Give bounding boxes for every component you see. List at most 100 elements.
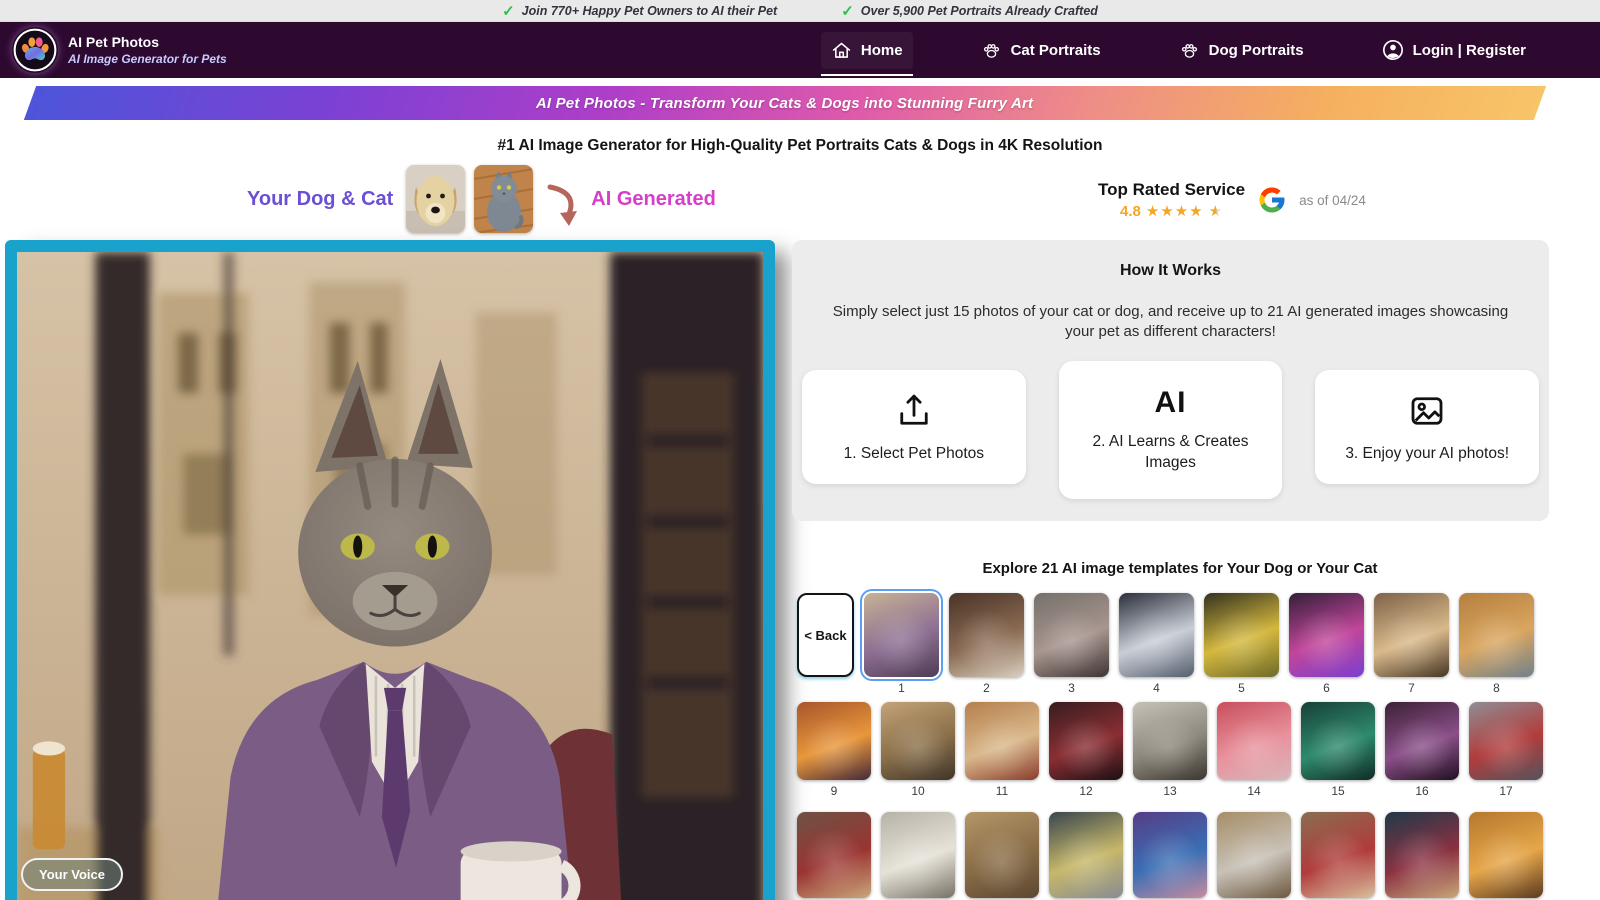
template-number: 15	[1331, 784, 1345, 798]
template-thumbnail[interactable]	[1049, 812, 1123, 898]
template-thumbnail[interactable]	[797, 812, 871, 898]
template-thumbnail[interactable]	[1385, 812, 1459, 898]
template-item	[1385, 812, 1459, 900]
nav-cat-portraits[interactable]: Cat Portraits	[971, 32, 1111, 69]
template-thumbnail[interactable]	[965, 812, 1039, 898]
rating-block: Top Rated Service 4.8 ★★★★ ★ as of 04/24	[1098, 180, 1366, 220]
nav-dog-portraits[interactable]: Dog Portraits	[1169, 32, 1314, 69]
step-label: 1. Select Pet Photos	[843, 444, 985, 462]
template-thumbnail[interactable]	[881, 702, 955, 780]
template-number: 1	[898, 681, 905, 695]
banner-stat-portraits: ✓ Over 5,900 Pet Portraits Already Craft…	[841, 2, 1098, 20]
template-item: 13	[1133, 702, 1207, 798]
template-thumbnail[interactable]	[965, 702, 1039, 780]
ai-icon: AI	[1154, 386, 1187, 420]
step-label: 2. AI Learns & Creates Images	[1092, 433, 1249, 471]
how-it-works-title: How It Works	[1119, 262, 1222, 279]
template-thumbnail[interactable]	[1119, 593, 1194, 677]
template-item: 9	[797, 702, 871, 798]
template-thumbnail[interactable]	[1469, 702, 1543, 780]
brand-logo-block[interactable]: AI Pet Photos AI Image Generator for Pet…	[12, 27, 227, 73]
template-thumbnail[interactable]	[949, 593, 1024, 677]
template-item: 16	[1385, 702, 1459, 798]
templates-heading: Explore 21 AI image templates for Your D…	[982, 560, 1378, 577]
template-number: 6	[1323, 681, 1330, 695]
step-label: 3. Enjoy your AI photos!	[1345, 444, 1510, 462]
template-thumbnail[interactable]	[1385, 702, 1459, 780]
nav-login-label: Login | Register	[1412, 41, 1526, 59]
rating-score: 4.8	[1119, 202, 1141, 220]
template-item: 1	[864, 593, 939, 695]
template-thumbnail[interactable]	[1049, 702, 1123, 780]
nav-home[interactable]: Home	[820, 31, 913, 76]
template-item: 3	[1034, 593, 1109, 695]
after-label: AI Generated	[591, 187, 716, 210]
step-card-select-photos: 1. Select Pet Photos	[802, 369, 1026, 484]
template-item	[1301, 812, 1375, 900]
template-thumbnail[interactable]	[1217, 702, 1291, 780]
how-it-works-panel: How It Works Simply select just 15 photo…	[792, 240, 1549, 521]
template-number: 7	[1408, 681, 1415, 695]
top-banner: ✓ Join 770+ Happy Pet Owners to AI their…	[0, 0, 1600, 22]
nav-home-label: Home	[860, 41, 903, 59]
template-number: 2	[983, 681, 990, 695]
template-number: 9	[830, 784, 838, 798]
template-item: 14	[1217, 702, 1291, 798]
your-voice-button[interactable]: Your Voice	[21, 858, 123, 891]
rating-date: as of 04/24	[1299, 192, 1366, 208]
template-thumbnail[interactable]	[1301, 812, 1375, 898]
template-item: 4	[1119, 593, 1194, 695]
template-item: 5	[1204, 593, 1279, 695]
star-icons: ★★★★	[1145, 203, 1204, 220]
templates-row-1: < Back 1 2 3 4 5 6 7 8	[797, 593, 1534, 695]
banner-stat-portraits-text: Over 5,900 Pet Portraits Already Crafted	[860, 3, 1098, 18]
template-number: 4	[1153, 681, 1160, 695]
template-thumbnail[interactable]	[864, 593, 939, 677]
template-item: 8	[1459, 593, 1534, 695]
template-thumbnail[interactable]	[1034, 593, 1109, 677]
template-item	[1217, 812, 1291, 900]
template-thumbnail[interactable]	[1133, 702, 1207, 780]
paw-icon	[1181, 43, 1197, 58]
template-thumbnail[interactable]	[1459, 593, 1534, 677]
paw-icon	[983, 43, 999, 58]
template-number: 16	[1415, 784, 1429, 798]
nav-items: Home Cat Portraits Dog Portraits Login |…	[820, 31, 1536, 76]
template-number: 12	[1079, 784, 1093, 798]
banner-stat-owners-text: Join 770+ Happy Pet Owners to AI their P…	[521, 3, 778, 18]
template-thumbnail[interactable]	[1217, 812, 1291, 898]
paw-logo-icon	[13, 28, 57, 72]
how-it-works-steps: 1. Select Pet Photos AI 2. AI Learns & C…	[802, 360, 1540, 499]
nav-login-register[interactable]: Login | Register	[1372, 31, 1536, 69]
home-icon	[832, 42, 851, 58]
template-item: 15	[1301, 702, 1375, 798]
photo-icon	[1411, 396, 1443, 425]
template-item: 17	[1469, 702, 1543, 798]
back-button[interactable]: < Back	[797, 593, 854, 677]
template-thumbnail[interactable]	[1301, 702, 1375, 780]
before-after-row: Your Dog & Cat AI Generated	[247, 163, 716, 235]
template-thumbnail[interactable]	[1133, 812, 1207, 898]
template-number: 10	[911, 784, 925, 798]
ribbon-text: AI Pet Photos - Transform Your Cats & Do…	[536, 94, 1034, 112]
nav-cat-label: Cat Portraits	[1010, 41, 1101, 59]
template-thumbnail[interactable]	[1204, 593, 1279, 677]
step-card-enjoy-photos: 3. Enjoy your AI photos!	[1315, 369, 1540, 484]
page-title: #1 AI Image Generator for High-Quality P…	[497, 137, 1103, 154]
template-thumbnail[interactable]	[797, 702, 871, 780]
cat-photo	[474, 165, 534, 233]
template-number: 14	[1247, 784, 1261, 798]
dog-photo	[406, 165, 466, 233]
template-thumbnail[interactable]	[1469, 812, 1543, 898]
template-thumbnail[interactable]	[1374, 593, 1449, 677]
template-item	[797, 812, 871, 900]
template-number: 5	[1238, 681, 1245, 695]
check-icon: ✓	[502, 2, 515, 20]
template-thumbnail[interactable]	[881, 812, 955, 898]
step-card-ai-creates: AI 2. AI Learns & Creates Images	[1058, 360, 1283, 499]
template-item	[1469, 812, 1543, 900]
gradient-ribbon: AI Pet Photos - Transform Your Cats & Do…	[23, 86, 1547, 120]
template-thumbnail[interactable]	[1289, 593, 1364, 677]
template-item: 10	[881, 702, 955, 798]
template-number: 8	[1493, 681, 1500, 695]
